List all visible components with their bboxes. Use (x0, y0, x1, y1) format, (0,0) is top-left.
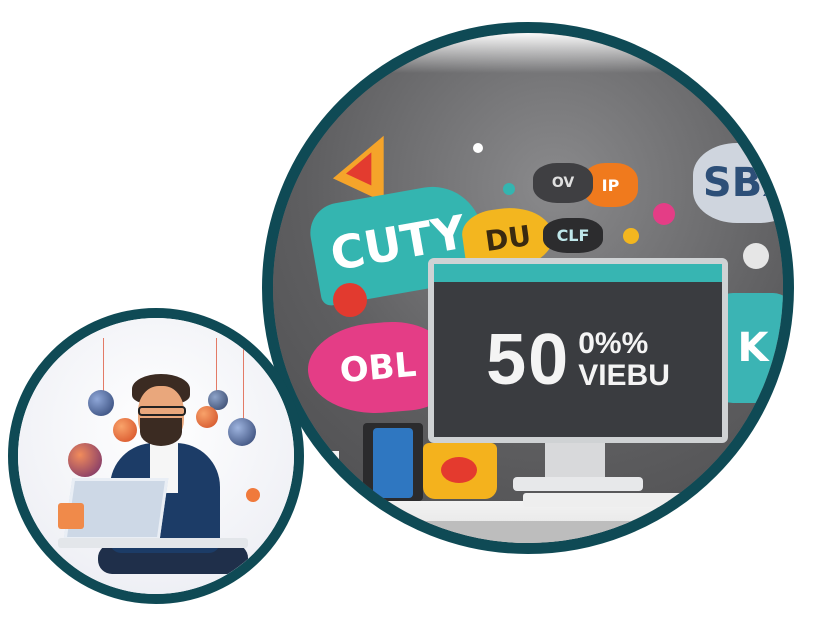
main-image-scene: CUTY OBL DU SBX K IP OV CLF 50 0%% VIEBU (273, 33, 783, 543)
main-circular-image: CUTY OBL DU SBX K IP OV CLF 50 0%% VIEBU (262, 22, 794, 554)
bubble-gray-small: OV (533, 163, 593, 203)
screen-side-bottom: VIEBU (578, 358, 670, 392)
planet-orb-icon (88, 390, 114, 416)
planet-orb-icon (196, 406, 218, 428)
monitor-stand-neck (545, 443, 605, 481)
bubble-sbx: SBX (693, 143, 783, 223)
monitor: 50 0%% VIEBU (428, 258, 728, 443)
top-glow (273, 33, 783, 73)
decor-dot (743, 243, 769, 269)
keyboard (523, 493, 693, 507)
screen-number: 50 (486, 319, 571, 400)
planet-orb-icon (113, 418, 137, 442)
decor-dot (333, 283, 367, 317)
mug-logo-icon (441, 457, 477, 483)
hanging-line (243, 348, 244, 428)
desk-edge (273, 521, 783, 543)
screen-side-top: 0%% (578, 326, 649, 360)
decor-dot (473, 143, 483, 153)
planet-orb-icon (246, 488, 260, 502)
bubble-dark-small: CLF (543, 218, 603, 253)
monitor-stand-base (513, 477, 643, 491)
monitor-screen: 50 0%% VIEBU (434, 282, 722, 437)
laptop-base (58, 538, 248, 548)
monitor-header-bar (434, 264, 722, 282)
secondary-circular-image (8, 308, 304, 604)
hanging-line (216, 338, 217, 398)
person-beard (140, 418, 182, 446)
blue-cup (373, 428, 413, 498)
decor-dot (623, 228, 639, 244)
decor-dot (503, 183, 515, 195)
decor-dot (653, 203, 675, 225)
planet-orb-icon (228, 418, 256, 446)
orange-box-icon (58, 503, 84, 529)
screen-side-text: 0%% VIEBU (578, 326, 670, 392)
planet-orb-icon (68, 443, 102, 477)
glasses-icon (138, 406, 186, 416)
